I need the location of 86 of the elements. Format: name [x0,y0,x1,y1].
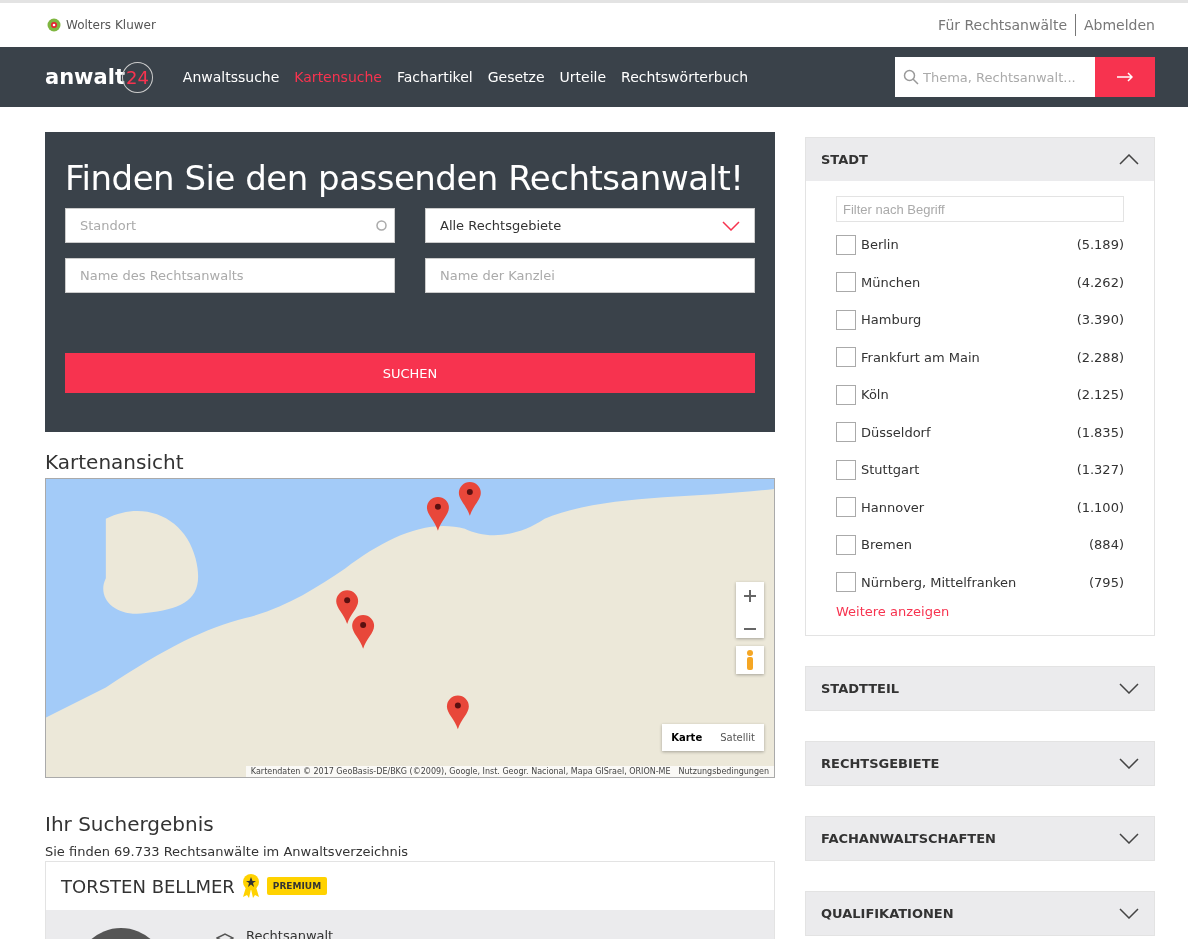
checkbox[interactable] [836,497,856,518]
zoom-in-button[interactable] [736,582,764,610]
map-attribution: Kartendaten © 2017 GeoBasis-DE/BKG (©2009), Google, Inst. Geogr. Nacional, Mapa GISrael, ORION-ME [250,767,671,776]
city-label: Düsseldorf [861,424,932,440]
person-icon [745,649,755,671]
city-label: Nürnberg, Mittelfranken [861,574,1018,590]
city-count: (4.262) [1076,274,1124,290]
header-link[interactable]: Für Rechtsanwälte [930,14,1075,36]
result-summary: Sie finden 69.733 Rechtsanwälte im Anwaltsverzeichnis [45,844,410,859]
map-pin-icon[interactable] [458,482,481,516]
city-label: München [861,274,922,290]
zoom-out-button[interactable] [736,610,764,638]
nav-link[interactable]: Fachartikel [396,69,473,85]
dropdown-field[interactable]: Alle Rechtsgebiete [425,208,755,243]
search-icon [903,69,919,85]
brand-name: Wolters Kluwer [66,18,156,32]
filter-header[interactable]: FACHANWALTSCHAFTEN [806,817,1154,860]
chevron-up-icon [1119,154,1139,165]
search-button[interactable]: SUCHEN [65,353,755,393]
nav-link[interactable]: Anwaltssuche [182,69,280,85]
filter-header[interactable]: QUALIFIKATIONEN [806,892,1154,935]
city-count: (795) [1089,574,1124,590]
section-title: Kartenansicht [45,450,185,474]
checkbox[interactable] [836,459,856,480]
filter-header[interactable]: STADT [806,138,1154,181]
plus-icon [744,589,756,602]
city-count: (2.288) [1076,349,1124,365]
city-label: Köln [861,387,890,403]
chevron-down-icon [1119,683,1139,694]
search-submit-button[interactable] [1095,57,1155,97]
map-type-tab[interactable]: Karte [662,724,712,751]
nav-link[interactable]: Rechtswörterbuch [621,69,749,85]
filter-header[interactable]: RECHTSGEBIETE [806,742,1154,785]
filter-input[interactable]: Filter nach Begriff [836,196,1124,222]
city-count: (1.835) [1076,424,1124,440]
filter-header[interactable]: STADTTEIL [806,667,1154,710]
city-label: Frankfurt am Main [861,349,981,365]
city-count: (1.327) [1076,462,1124,478]
checkbox[interactable] [836,347,856,368]
search-field[interactable]: Thema, Rechtsanwalt... [895,57,1095,97]
checkbox[interactable] [836,572,856,593]
map-pin-icon[interactable] [426,496,449,531]
globe-logo-icon [47,18,61,32]
checkbox[interactable] [836,272,856,293]
city-label: Stuttgart [861,462,921,478]
chevron-down-icon [1119,758,1139,769]
site-logo[interactable]: anwalt24 [45,61,153,93]
map-pin-icon[interactable] [336,590,359,625]
city-count: (3.390) [1076,312,1124,328]
chevron-down-icon [1119,908,1139,919]
checkbox[interactable] [836,384,856,405]
street-view-button[interactable] [736,646,764,674]
city-count: (2.125) [1076,387,1124,403]
city-count: (884) [1089,537,1124,553]
terms-link[interactable]: Nutzungsbedingungen [678,767,769,776]
city-count: (5.189) [1076,237,1124,253]
map-type-tab[interactable]: Satellit [711,724,764,751]
checkbox[interactable] [836,309,856,330]
input-field[interactable]: Name der Kanzlei [425,258,755,293]
premium-badge: PREMIUM [266,877,328,895]
show-more-link[interactable]: Weitere anzeigen [836,604,950,619]
map-pin-icon[interactable] [352,615,375,649]
lawyer-name[interactable]: TORSTEN BELLMER [61,875,235,897]
nav-link[interactable]: Gesetze [487,69,545,85]
search-panel-title: Finden Sie den passenden Rechtsanwalt! [65,158,745,198]
chevron-down-icon [722,220,740,231]
city-label: Berlin [861,237,900,253]
checkbox[interactable] [836,534,856,555]
location-field[interactable]: Standort [65,208,395,243]
city-label: Bremen [861,537,913,553]
minus-icon [744,627,756,630]
city-label: Hannover [861,499,926,515]
input-field[interactable]: Name des Rechtsanwalts [65,258,395,293]
checkbox[interactable] [836,234,856,255]
arrow-right-icon [1117,72,1133,82]
checkbox[interactable] [836,422,856,443]
city-label: Hamburg [861,312,923,328]
map-pin-icon[interactable] [446,695,469,730]
award-icon [240,873,261,899]
section-title: Ihr Suchergebnis [45,812,215,836]
circle-icon [376,220,387,231]
header-link[interactable]: Abmelden [1075,14,1155,36]
chevron-down-icon [1119,833,1139,844]
nav-link[interactable]: Urteile [559,69,607,85]
city-count: (1.100) [1076,499,1124,515]
map[interactable]: Karte Satellit Kartendaten © 2017 GeoBasis-DE/BKG (©2009), Google, Inst. Geogr. Nacional, Mapa GISrael, ORION-ME Nutzungsbedingungen [45,478,775,778]
